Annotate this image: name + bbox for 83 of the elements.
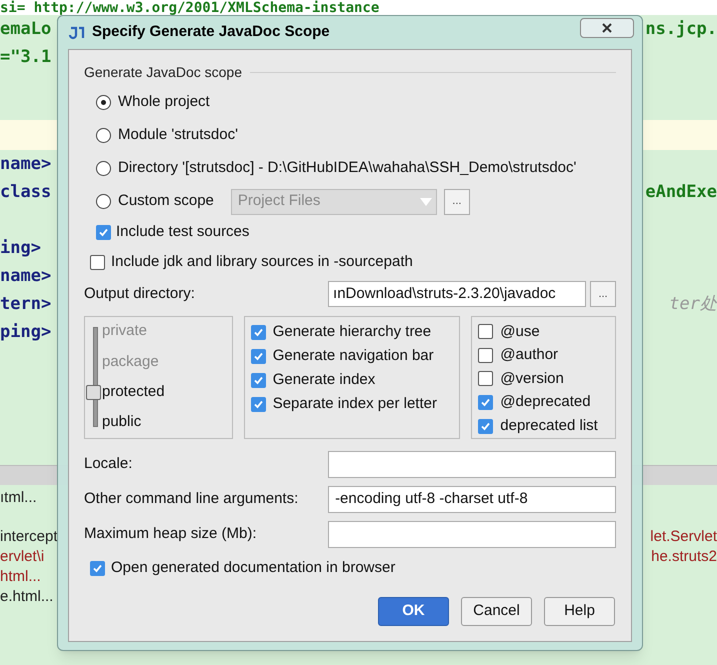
checkbox[interactable] [478,418,494,434]
check-icon [252,398,264,410]
checkbox-label[interactable]: Open generated documentation in browser [111,556,396,580]
field-label: Output directory: [84,284,196,304]
window-title: Specify Generate JavaDoc Scope [92,22,330,42]
dialog-button[interactable]: Help [544,597,615,626]
log-text: html... [0,566,41,587]
browse-button[interactable]: ... [444,188,470,214]
radio-label[interactable]: Directory '[strutsdoc] - D:\GitHubIDEA\wahaha\SSH_Demo\strutsdoc' [118,157,576,180]
close-icon [601,23,613,33]
code-text: eAndExe [645,184,717,200]
checkbox-label[interactable]: @deprecated [500,391,591,414]
log-text: let.Servlet [650,526,717,547]
checkbox-label[interactable]: Include test sources [116,220,250,244]
input-field[interactable]: -encoding utf-8 -charset utf-8 [328,486,616,513]
app-logo-icon [68,24,86,40]
input-field[interactable] [328,451,616,478]
code-text: ing> [0,240,41,256]
dropdown-arrow-icon [418,196,433,206]
slider-thumb[interactable] [86,384,101,400]
group-label: Generate JavaDoc scope [84,62,242,82]
checkbox-label[interactable]: @author [500,344,558,367]
field-label: Other command line arguments: [84,489,300,510]
ok-button[interactable]: OK [378,597,449,626]
field-label: Maximum heap size (Mb): [84,524,258,544]
code-text: ter处 [669,296,717,312]
visibility-level: package [102,352,159,372]
field-label: Locale: [84,454,134,474]
browse-button[interactable]: ... [590,281,616,307]
visibility-level: private [102,321,148,342]
log-text: ervlet\i [0,546,44,567]
code-text: emaLo [0,20,52,38]
check-icon [480,397,492,408]
code-text: name> [0,156,52,172]
code-text: si= http://www.w3.org/2001/XMLSchema-instance [0,1,380,15]
checkbox[interactable] [250,396,266,412]
visibility-level: public [102,412,142,432]
close-button[interactable] [580,18,634,38]
log-text: e.html... [0,586,54,607]
checkbox-label[interactable]: Separate index per letter [272,392,437,416]
checkbox[interactable] [90,560,105,576]
log-text: ıtml... [0,488,37,508]
code-text: class [0,184,52,200]
radio-button[interactable] [96,128,111,143]
code-text: name> [0,268,52,284]
checkbox-label[interactable]: @version [500,368,564,390]
check-icon [98,226,109,238]
check-icon [252,374,264,386]
radio-label[interactable]: Module 'strutsdoc' [118,124,238,147]
checkbox[interactable] [250,372,266,388]
log-text: he.struts2 [651,546,717,567]
code-text: ns.jcp. [645,20,717,38]
radio-button[interactable] [96,194,111,209]
input-field[interactable] [328,521,616,548]
checkbox[interactable] [478,348,494,363]
checkbox[interactable] [90,254,105,270]
check-icon [252,350,264,362]
checkbox-label[interactable]: Generate navigation bar [272,344,434,368]
code-text: tern> [0,296,52,312]
checkbox-label[interactable]: Include jdk and library sources in -sourcepath [111,250,413,274]
checkbox[interactable] [96,224,111,240]
log-text: intercept [0,526,58,547]
check-icon [92,562,103,574]
checkbox-label[interactable]: @use [500,320,540,344]
checkbox-label[interactable]: Generate hierarchy tree [272,320,432,344]
checkbox[interactable] [250,348,266,364]
checkbox[interactable] [478,371,494,386]
checkbox-label[interactable]: deprecated list [500,414,598,438]
radio-label[interactable]: Whole project [118,91,210,114]
checkbox[interactable] [250,324,266,340]
radio-label[interactable]: Custom scope [118,190,214,213]
check-icon [252,326,264,338]
code-text: ="3.1 [0,48,52,66]
checkbox[interactable] [478,395,494,410]
radio-button[interactable] [96,161,111,176]
code-text: ping> [0,324,52,340]
radio-button[interactable] [96,95,111,110]
dialog-button[interactable]: Cancel [461,597,532,626]
visibility-level: protected [102,382,165,402]
output-directory-field[interactable]: ınDownload\struts-2.3.20\javadoc [328,281,586,307]
check-icon [480,420,492,432]
checkbox[interactable] [478,324,494,340]
checkbox-label[interactable]: Generate index [272,368,376,392]
